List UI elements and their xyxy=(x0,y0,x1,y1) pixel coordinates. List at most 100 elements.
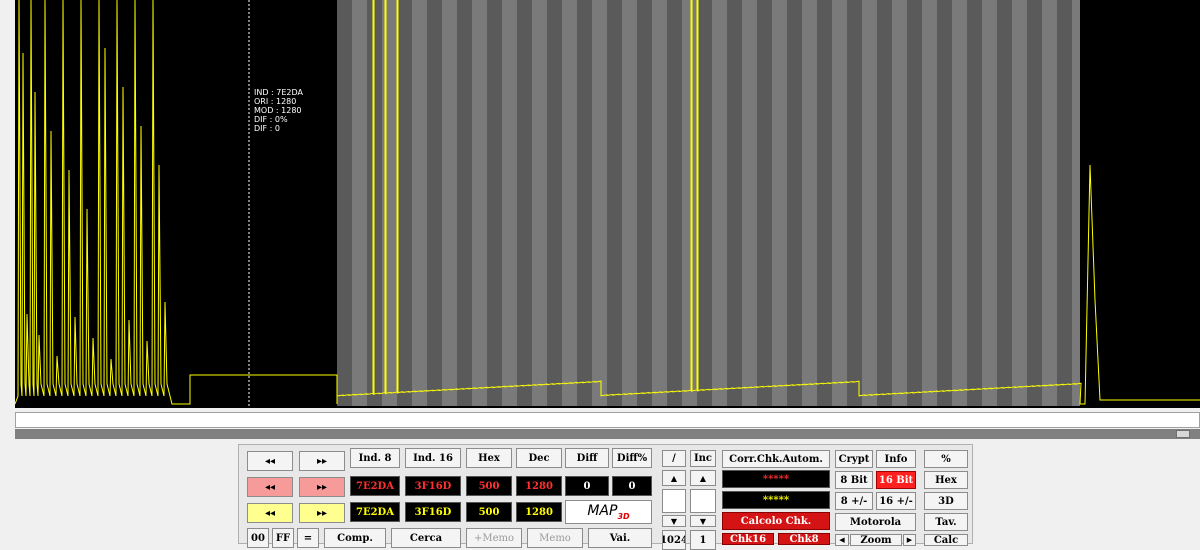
stripe xyxy=(907,0,922,406)
crypt-button[interactable]: Crypt xyxy=(835,450,873,468)
set-00-button[interactable]: 00 xyxy=(247,528,269,548)
8bit-button[interactable]: 8 Bit xyxy=(835,471,873,489)
mod-dec-value: 1280 xyxy=(516,502,562,522)
mod-forward-button[interactable]: ▸▸ xyxy=(299,503,345,523)
stripe xyxy=(1057,0,1072,406)
8bit-signed-button[interactable]: 8 +/- xyxy=(835,492,873,510)
stripe xyxy=(382,0,397,406)
forward-button[interactable]: ▸▸ xyxy=(299,451,345,471)
arrow-down-icon: ▼ xyxy=(670,516,678,526)
scrollbar-thumb[interactable] xyxy=(1176,430,1190,438)
double-left-arrow-icon: ◂◂ xyxy=(264,455,276,467)
tooltip-line: DIF : 0% xyxy=(254,115,288,124)
memo-button[interactable]: Memo xyxy=(527,528,583,548)
auto-checksum-button[interactable]: Corr.Chk.Autom. xyxy=(722,450,830,468)
mod-hex-value: 500 xyxy=(466,502,512,522)
stripe xyxy=(847,0,862,406)
ori-dec-value: 1280 xyxy=(516,476,562,496)
stripe xyxy=(1042,0,1057,406)
stripe xyxy=(637,0,652,406)
zoom-out-button[interactable]: ◀ xyxy=(835,534,849,546)
stripe xyxy=(967,0,982,406)
3d-view-button[interactable]: 3D xyxy=(924,492,968,510)
ind8-button[interactable]: Ind. 8 xyxy=(350,448,400,468)
inc-up-button[interactable]: ▲ xyxy=(690,470,716,486)
checksum-field-ori: ***** xyxy=(722,470,830,488)
chk16-button[interactable]: Chk16 xyxy=(722,533,774,545)
calc-checksum-button[interactable]: Calcolo Chk. xyxy=(722,512,830,530)
search-button[interactable]: Cerca xyxy=(391,528,461,548)
horizontal-scroll-track[interactable] xyxy=(15,412,1200,428)
map-logo-text: MAP3D xyxy=(587,503,630,521)
stripe xyxy=(532,0,547,406)
hex-graph-plot[interactable]: IND : 7E2DA ORI : 1280 MOD : 1280 DIF : … xyxy=(0,0,1200,410)
stripe xyxy=(802,0,817,406)
stripe xyxy=(442,0,457,406)
stripe xyxy=(592,0,607,406)
stripe xyxy=(952,0,967,406)
double-left-arrow-icon: ◂◂ xyxy=(264,481,276,493)
ori-ind8-value: 7E2DA xyxy=(350,476,400,496)
equal-button[interactable]: = xyxy=(297,528,319,548)
tooltip-line: MOD : 1280 xyxy=(254,106,302,115)
diff-percent-value: 0 xyxy=(612,476,652,496)
zoom-in-button[interactable]: ▶ xyxy=(903,534,916,546)
goto-button[interactable]: Vai. xyxy=(588,528,652,548)
tooltip-line: ORI : 1280 xyxy=(254,97,296,106)
diff-percent-button[interactable]: Diff% xyxy=(612,448,652,468)
stripe xyxy=(682,0,697,406)
chk8-button[interactable]: Chk8 xyxy=(778,533,830,545)
stripe xyxy=(862,0,877,406)
calc-button[interactable]: Calc xyxy=(924,534,968,546)
stripe xyxy=(472,0,487,406)
diff-button[interactable]: Diff xyxy=(565,448,609,468)
double-right-arrow-icon: ▸▸ xyxy=(316,455,328,467)
ori-rewind-button[interactable]: ◂◂ xyxy=(247,477,293,497)
compare-button[interactable]: Comp. xyxy=(324,528,386,548)
stripe xyxy=(412,0,427,406)
divider-down-button[interactable]: ▼ xyxy=(662,515,686,527)
stripe xyxy=(757,0,772,406)
info-button[interactable]: Info xyxy=(876,450,916,468)
rewind-button[interactable]: ◂◂ xyxy=(247,451,293,471)
stripe xyxy=(712,0,727,406)
table-view-button[interactable]: Tav. xyxy=(924,513,968,531)
stripe xyxy=(997,0,1012,406)
stripe xyxy=(517,0,532,406)
mod-ind8-value: 7E2DA xyxy=(350,502,400,522)
divider-up-button[interactable]: ▲ xyxy=(662,470,686,486)
stripe xyxy=(892,0,907,406)
waveform-canvas[interactable]: IND : 7E2DA ORI : 1280 MOD : 1280 DIF : … xyxy=(0,0,1200,410)
stripe xyxy=(577,0,592,406)
add-memo-button[interactable]: +Memo xyxy=(466,528,522,548)
stripe xyxy=(352,0,367,406)
ori-forward-button[interactable]: ▸▸ xyxy=(299,477,345,497)
hex-button[interactable]: Hex xyxy=(466,448,512,468)
arrow-up-icon: ▲ xyxy=(670,473,678,483)
hex-view-button[interactable]: Hex xyxy=(924,471,968,489)
double-right-arrow-icon: ▸▸ xyxy=(316,481,328,493)
selected-region-stripes xyxy=(337,0,1080,406)
percent-button[interactable]: % xyxy=(924,450,968,468)
16bit-signed-button[interactable]: 16 +/- xyxy=(876,492,916,510)
stripe xyxy=(817,0,832,406)
dec-button[interactable]: Dec xyxy=(516,448,562,468)
map3d-logo[interactable]: MAP3D xyxy=(565,500,652,524)
divider-label: / xyxy=(662,450,686,467)
horizontal-scrollbar[interactable] xyxy=(15,429,1200,439)
stripe xyxy=(1027,0,1042,406)
ind16-button[interactable]: Ind. 16 xyxy=(405,448,461,468)
checksum-field-mod: ***** xyxy=(722,491,830,509)
arrow-up-icon: ▲ xyxy=(699,473,707,483)
inc-label: Inc xyxy=(690,450,716,467)
divider-input[interactable] xyxy=(662,489,686,513)
stripe xyxy=(607,0,622,406)
inc-down-button[interactable]: ▼ xyxy=(690,515,716,527)
inc-input[interactable] xyxy=(690,489,716,513)
set-ff-button[interactable]: FF xyxy=(272,528,294,548)
16bit-button[interactable]: 16 Bit xyxy=(876,471,916,489)
stripe xyxy=(667,0,682,406)
motorola-button[interactable]: Motorola xyxy=(835,513,916,531)
zoom-button[interactable]: Zoom xyxy=(850,534,902,546)
mod-rewind-button[interactable]: ◂◂ xyxy=(247,503,293,523)
